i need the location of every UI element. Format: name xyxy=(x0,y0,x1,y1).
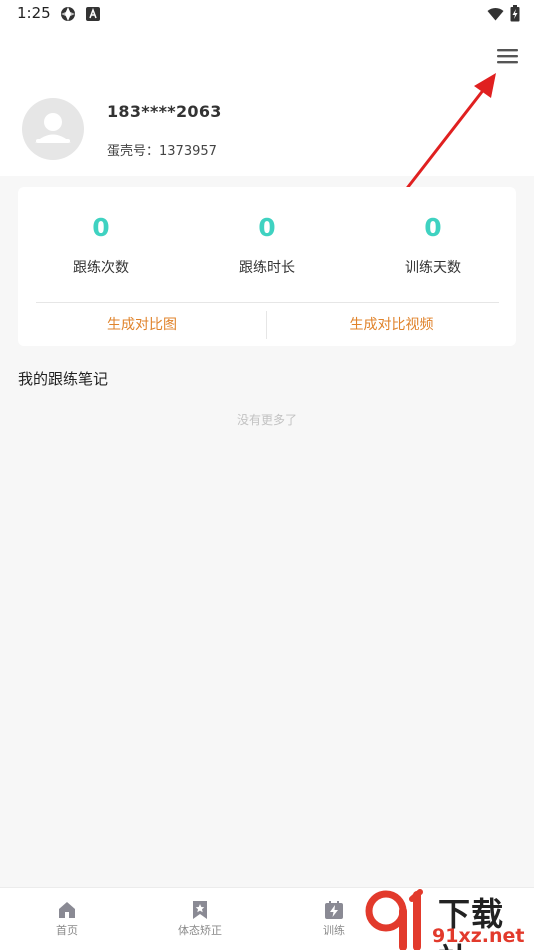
stat-value: 0 xyxy=(258,213,276,242)
stat-label: 训练天数 xyxy=(405,260,461,276)
profile-page: 1:25 183****2063 蛋壳号：1373957 0 跟练次数 0 跟练… xyxy=(0,0,534,950)
stat-label: 跟练时长 xyxy=(239,260,295,276)
egg-id: 蛋壳号：1373957 xyxy=(107,140,217,159)
egg-id-label: 蛋壳号： xyxy=(107,144,160,159)
menu-icon[interactable] xyxy=(494,44,522,68)
user-phone: 183****2063 xyxy=(107,102,222,121)
user-placeholder-icon xyxy=(35,113,71,143)
bottom-nav: 首页 体态矫正 训练 xyxy=(0,887,534,950)
stat-label: 跟练次数 xyxy=(73,260,129,276)
nav-item-training[interactable]: 训练 xyxy=(284,900,384,938)
stat-training-days: 0 训练天数 xyxy=(350,211,516,277)
training-bolt-icon xyxy=(325,901,343,919)
nav-label: 训练 xyxy=(323,924,345,937)
bookmark-star-icon xyxy=(193,901,207,919)
no-more-text: 没有更多了 xyxy=(236,413,297,427)
battery-charging-icon xyxy=(510,5,520,22)
home-icon xyxy=(59,902,75,918)
generate-compare-image-button[interactable]: 生成对比图 xyxy=(18,311,266,339)
nav-label: 体态矫正 xyxy=(178,924,222,937)
stat-follow-duration: 0 跟练时长 xyxy=(184,211,350,277)
profile-header: 183****2063 蛋壳号：1373957 xyxy=(0,30,534,176)
app-notification-icon xyxy=(86,7,100,21)
nav-item-home[interactable]: 首页 xyxy=(17,900,117,938)
stat-follow-count: 0 跟练次数 xyxy=(18,211,184,277)
avatar[interactable] xyxy=(22,98,84,160)
stats-card: 0 跟练次数 0 跟练时长 0 训练天数 生成对比图 生成对比视频 xyxy=(18,187,516,346)
status-bar: 1:25 xyxy=(0,0,534,30)
notes-section-title: 我的跟练笔记 xyxy=(18,370,109,388)
generate-compare-video-button[interactable]: 生成对比视频 xyxy=(267,311,516,339)
wifi-icon xyxy=(487,7,504,21)
status-time: 1:25 xyxy=(17,4,51,22)
stat-value: 0 xyxy=(92,213,110,242)
card-divider xyxy=(36,302,499,303)
aperture-icon xyxy=(61,7,75,21)
egg-id-value: 1373957 xyxy=(159,144,217,159)
stat-value: 0 xyxy=(424,213,442,242)
nav-label: 首页 xyxy=(56,924,78,937)
nav-item-posture[interactable]: 体态矫正 xyxy=(150,900,250,938)
